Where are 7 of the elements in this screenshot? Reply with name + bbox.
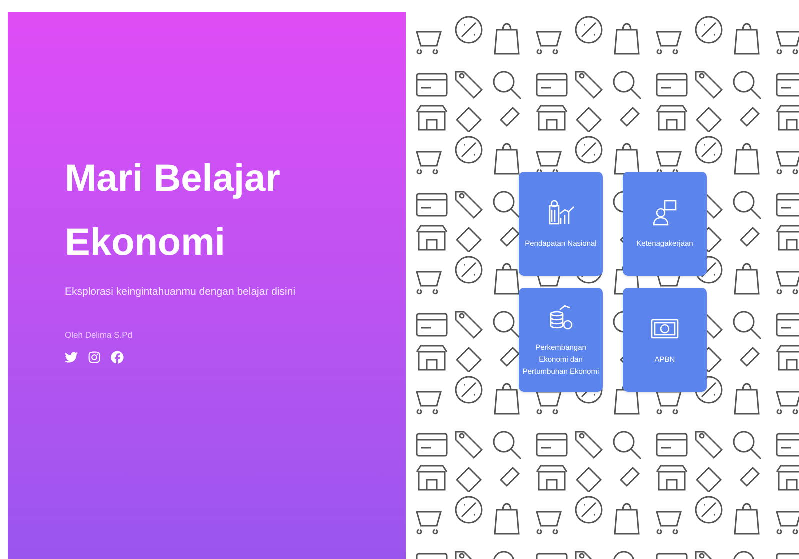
hero-title: Mari Belajar xyxy=(65,156,282,202)
facebook-icon[interactable] xyxy=(111,351,124,364)
instagram-icon[interactable] xyxy=(88,351,101,364)
twitter-icon[interactable] xyxy=(65,351,78,364)
author-text: Oleh Delima S.Pd xyxy=(65,328,134,342)
hero-subtitle: Eksplorasi keingintahuanmu dengan belajar disini xyxy=(65,284,297,300)
hero-title: Ekonomi xyxy=(65,220,226,266)
